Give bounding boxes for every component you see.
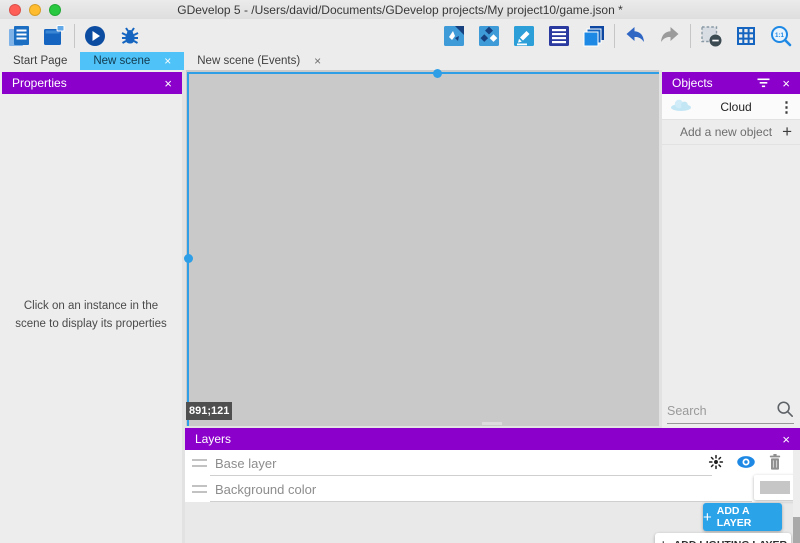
search-input[interactable] [667, 404, 776, 418]
svg-text:1:1: 1:1 [775, 32, 785, 39]
close-icon[interactable]: × [782, 433, 790, 446]
object-list-item-cloud[interactable]: Cloud ⋮ [662, 94, 800, 120]
tab-new-scene[interactable]: New scene × [80, 52, 184, 70]
cloud-icon [669, 98, 693, 116]
layers-list: Base layer Background color [185, 450, 800, 502]
visibility-eye-icon[interactable] [736, 454, 756, 470]
add-new-object-button[interactable]: Add a new object + [662, 120, 800, 145]
window-controls [9, 4, 61, 16]
toolbar-divider [690, 24, 691, 48]
scene-canvas[interactable]: 891;121 [186, 70, 659, 426]
close-window-button[interactable] [9, 4, 21, 16]
plus-icon: + [782, 122, 792, 142]
drag-handle-icon[interactable] [192, 459, 207, 467]
mask-icon[interactable] [698, 23, 724, 49]
close-tab-icon[interactable]: × [314, 54, 321, 68]
layers-panel: Layers × Base layer Background color [185, 428, 800, 543]
trash-icon[interactable] [767, 453, 783, 471]
object-groups-icon[interactable] [476, 23, 502, 49]
plus-icon: + [659, 537, 668, 543]
toolbar-divider [74, 24, 75, 48]
add-lighting-layer-button[interactable]: + ADD LIGHTING LAYER [655, 533, 791, 543]
vertical-scrollbar[interactable] [793, 450, 800, 543]
close-icon[interactable]: × [782, 77, 790, 90]
filter-icon[interactable] [757, 78, 770, 88]
objects-editor-icon[interactable] [441, 23, 467, 49]
selection-handle-left[interactable] [184, 254, 193, 263]
background-color-swatch[interactable] [754, 475, 796, 500]
properties-panel-title: Properties [12, 76, 67, 90]
preview-icon[interactable] [82, 23, 108, 49]
layer-row-background-color: Background color [185, 476, 800, 502]
search-icon [776, 400, 794, 423]
project-manager-icon[interactable] [6, 23, 32, 49]
add-layer-button[interactable]: + ADD A LAYER [703, 503, 782, 531]
redo-icon[interactable] [657, 23, 683, 49]
horizontal-scrollbar[interactable] [482, 422, 502, 425]
layers-panel-header: Layers × [185, 428, 800, 450]
undo-icon[interactable] [622, 23, 648, 49]
close-tab-icon[interactable]: × [164, 54, 171, 68]
minimize-window-button[interactable] [29, 4, 41, 16]
object-menu-icon[interactable]: ⋮ [779, 98, 793, 116]
debug-icon[interactable] [117, 23, 143, 49]
tab-start-page[interactable]: Start Page [0, 52, 80, 70]
selection-handle-top[interactable] [433, 69, 442, 78]
grid-icon[interactable] [733, 23, 759, 49]
layer-row-base-layer: Base layer [185, 450, 800, 476]
layer-name-field[interactable]: Background color [215, 482, 316, 497]
objects-panel: Objects × Cloud ⋮ Add a new object + [662, 70, 800, 428]
zoom-window-button[interactable] [49, 4, 61, 16]
properties-panel: Properties × Click on an instance in the… [0, 70, 182, 543]
objects-panel-header: Objects × [662, 72, 800, 94]
cursor-coordinates-badge: 891;121 [186, 402, 232, 420]
toolbar-divider [614, 24, 615, 48]
scene-properties-icon[interactable] [511, 23, 537, 49]
editor-tab-bar: Start Page New scene × New scene (Events… [0, 52, 800, 70]
properties-empty-message: Click on an instance in the scene to dis… [8, 298, 174, 334]
layers-editor-icon[interactable] [581, 23, 607, 49]
main-toolbar: 1:1 [0, 19, 800, 52]
title-bar: GDevelop 5 - /Users/david/Documents/GDev… [0, 0, 800, 19]
layer-name-field[interactable]: Base layer [215, 456, 276, 471]
instances-list-icon[interactable] [546, 23, 572, 49]
plus-icon: + [703, 509, 712, 526]
tab-new-scene-events[interactable]: New scene (Events) × [184, 52, 334, 70]
selection-border-left [187, 72, 189, 426]
selection-border-top [187, 72, 659, 74]
object-name: Cloud [693, 100, 779, 114]
window-title: GDevelop 5 - /Users/david/Documents/GDev… [177, 3, 623, 17]
layers-panel-title: Layers [195, 432, 231, 446]
properties-panel-header: Properties × [2, 72, 182, 94]
drag-handle-icon[interactable] [192, 485, 207, 493]
open-window-icon[interactable] [41, 23, 67, 49]
effects-icon[interactable] [707, 453, 725, 471]
object-search-field [667, 399, 794, 424]
objects-panel-title: Objects [672, 76, 713, 90]
zoom-1-1-icon[interactable]: 1:1 [768, 23, 794, 49]
close-icon[interactable]: × [164, 77, 172, 90]
